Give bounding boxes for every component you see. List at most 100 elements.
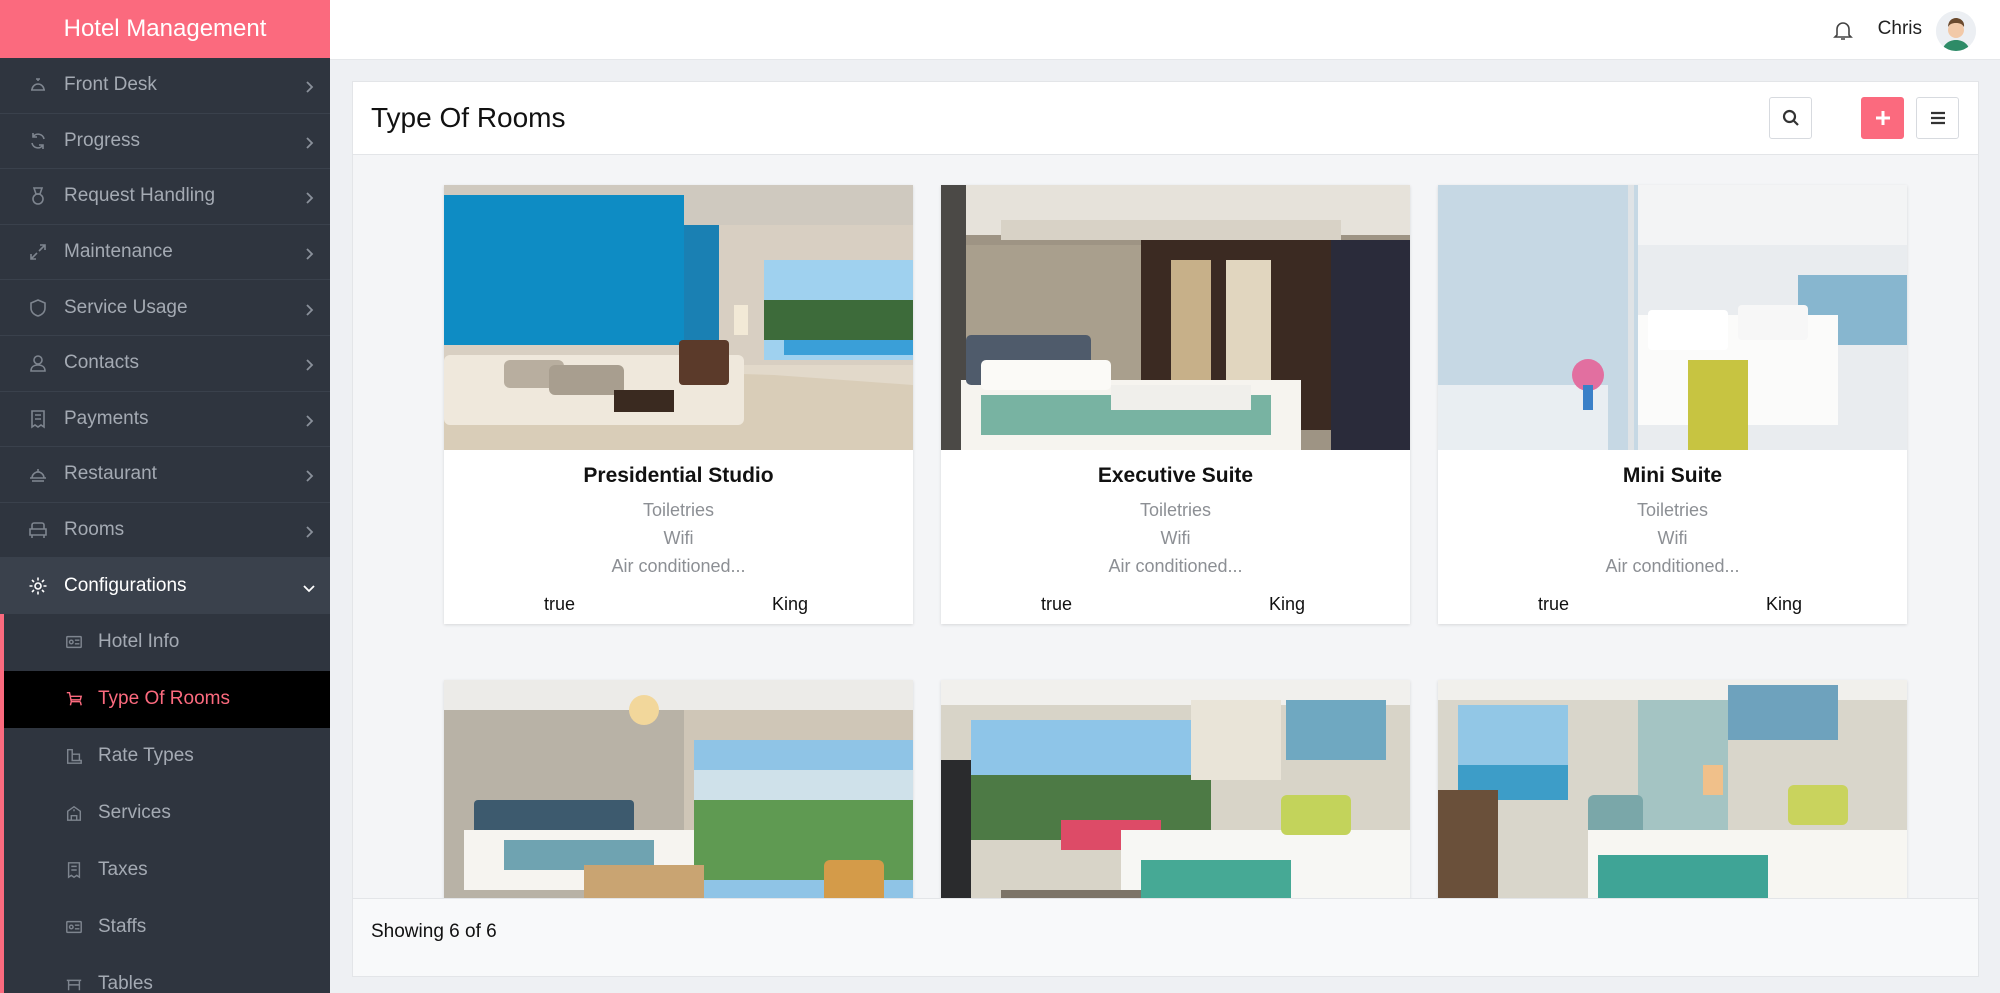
sidebar-item-label: Type Of Rooms (98, 688, 230, 710)
avatar[interactable] (1936, 11, 1976, 51)
menu-button[interactable] (1916, 97, 1959, 139)
panel-header: Type Of Rooms (353, 82, 1978, 155)
amenity: Toiletries (1636, 500, 1709, 520)
armchair-icon (28, 520, 48, 540)
app-title[interactable]: Hotel Management (0, 0, 330, 58)
building-icon (64, 803, 84, 823)
room-bed-type: King (1268, 594, 1305, 614)
user-icon (28, 353, 48, 373)
shield-icon (28, 298, 48, 318)
amenity: Air conditioned... (1605, 556, 1740, 576)
sidebar-item-hotel-info[interactable]: Hotel Info (4, 614, 330, 671)
sidebar-item-request-handling[interactable]: Request Handling (0, 169, 330, 225)
chevron-right-icon (302, 301, 316, 316)
sidebar-item-label: Service Usage (64, 296, 188, 318)
id-card-icon (64, 917, 84, 937)
add-room-type-button[interactable] (1861, 97, 1904, 139)
sidebar-item-taxes[interactable]: Taxes (4, 842, 330, 899)
pagination-summary: Showing 6 of 6 (371, 921, 497, 942)
bell-service-icon (28, 75, 48, 95)
chevron-right-icon (302, 467, 316, 483)
room-photo (1438, 680, 1907, 900)
room-types-grid: Presidential Studio Toiletries Wifi Air … (353, 155, 1978, 900)
topbar: Chris (330, 0, 2000, 60)
amenity: Air conditioned... (1108, 556, 1243, 576)
hamburger-icon (1930, 111, 1945, 125)
sidebar-item-restaurant[interactable]: Restaurant (0, 447, 330, 503)
amenity: Wifi (1160, 528, 1191, 548)
room-card[interactable]: Mini Suite Toiletries Wifi Air condition… (1438, 185, 1907, 624)
page-title: Type Of Rooms (371, 102, 566, 133)
sidebar-item-progress[interactable]: Progress (0, 114, 330, 170)
tag-icon (64, 746, 84, 766)
room-photo (444, 680, 913, 900)
room-card[interactable]: Executive Suite Toiletries Wifi Air cond… (941, 185, 1410, 624)
sidebar-item-label: Configurations (64, 574, 187, 596)
chevron-right-icon (302, 356, 316, 371)
room-card[interactable] (1438, 680, 1907, 900)
room-amenities: Toiletries Wifi Air conditioned... (1438, 496, 1907, 580)
chevron-right-icon (302, 523, 316, 538)
amenity: Wifi (663, 528, 694, 548)
room-name: Mini Suite (1622, 464, 1723, 487)
room-availability: true (1538, 594, 1570, 614)
room-availability: true (544, 594, 576, 614)
panel-footer: Showing 6 of 6 (353, 898, 1978, 976)
sidebar-item-rooms[interactable]: Rooms (0, 503, 330, 559)
sidebar-item-staffs[interactable]: Staffs (4, 899, 330, 956)
amenity: Air conditioned... (611, 556, 746, 576)
room-card[interactable]: Presidential Studio Toiletries Wifi Air … (444, 185, 913, 624)
cart-icon (64, 689, 84, 709)
chevron-right-icon (302, 78, 316, 93)
room-photo (1438, 185, 1907, 450)
sidebar-item-contacts[interactable]: Contacts (0, 336, 330, 392)
room-name: Presidential Studio (583, 464, 774, 487)
chevron-down-icon (302, 579, 316, 593)
room-bed-type: King (771, 594, 808, 614)
dish-icon (28, 464, 48, 484)
sidebar-item-label: Payments (64, 407, 149, 429)
id-card-icon (64, 632, 84, 652)
plus-icon (1875, 111, 1890, 125)
sidebar-item-label: Rooms (64, 519, 125, 541)
sidebar-item-configurations[interactable]: Configurations (0, 558, 330, 614)
sidebar-item-label: Hotel Info (98, 631, 180, 653)
user-name[interactable]: Chris (1878, 18, 1922, 40)
sidebar-item-services[interactable]: Services (4, 785, 330, 842)
room-card[interactable] (444, 680, 913, 900)
sidebar-item-tables[interactable]: Tables (4, 956, 330, 993)
sidebar-item-label: Maintenance (64, 241, 173, 263)
sidebar-item-label: Tables (98, 973, 153, 993)
sidebar-item-maintenance[interactable]: Maintenance (0, 225, 330, 281)
room-photo (444, 185, 913, 450)
search-icon (1782, 109, 1799, 126)
sidebar-item-label: Progress (64, 129, 141, 151)
sidebar-item-rate-types[interactable]: Rate Types (4, 728, 330, 785)
room-amenities: Toiletries Wifi Air conditioned... (444, 496, 913, 580)
room-photo (941, 185, 1410, 450)
sidebar-item-label: Rate Types (98, 745, 194, 767)
search-button[interactable] (1769, 97, 1812, 139)
sidebar-item-label: Request Handling (64, 185, 216, 207)
amenity: Wifi (1657, 528, 1688, 548)
sidebar-item-label: Staffs (98, 916, 147, 938)
room-meta: true King (1438, 594, 1907, 624)
sidebar-item-service-usage[interactable]: Service Usage (0, 280, 330, 336)
room-meta: true King (941, 594, 1410, 624)
room-name: Executive Suite (1097, 464, 1254, 487)
sidebar-item-type-of-rooms[interactable]: Type Of Rooms (4, 670, 330, 728)
room-photo (941, 680, 1410, 900)
receipt-icon (28, 409, 48, 429)
chevron-right-icon (302, 245, 316, 260)
sidebar-item-front-desk[interactable]: Front Desk (0, 58, 330, 114)
chevron-right-icon (302, 189, 316, 205)
configurations-submenu: Hotel Info Type Of Rooms Rate Types Serv… (0, 613, 330, 993)
notification-bell-icon[interactable] (1831, 18, 1855, 42)
room-bed-type: King (1765, 594, 1802, 614)
room-availability: true (1041, 594, 1073, 614)
chevron-right-icon (302, 134, 316, 149)
room-card[interactable] (941, 680, 1410, 900)
sidebar-item-label: Taxes (98, 859, 148, 881)
room-amenities: Toiletries Wifi Air conditioned... (941, 496, 1410, 580)
sidebar-item-payments[interactable]: Payments (0, 392, 330, 448)
